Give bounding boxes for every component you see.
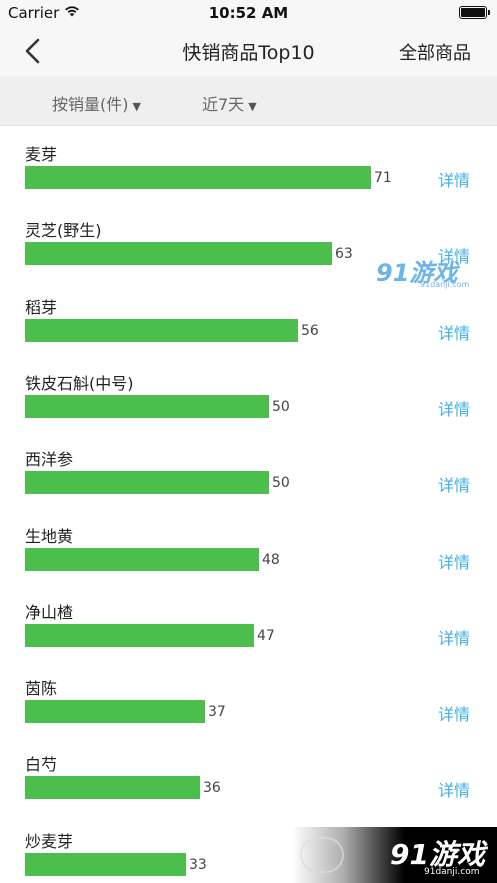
product-name: 净山楂 — [25, 602, 74, 622]
navigation-bar: 快销商品Top10 全部商品 — [0, 26, 497, 76]
product-row: 净山楂 47 详情 — [0, 584, 497, 660]
sales-bar — [25, 623, 254, 647]
detail-link[interactable]: 详情 — [438, 549, 470, 573]
product-row: 茵陈 37 详情 — [0, 660, 497, 736]
detail-link[interactable]: 详情 — [438, 701, 470, 725]
sales-value-label: 63 — [335, 246, 353, 263]
sales-bar — [25, 318, 298, 342]
sales-bar — [25, 471, 269, 495]
sales-value-label: 50 — [272, 398, 290, 415]
detail-link[interactable]: 详情 — [438, 396, 470, 420]
sales-bar — [25, 852, 186, 876]
time-range-label: 近7天 — [202, 95, 245, 114]
sales-value-label: 47 — [257, 627, 275, 644]
sales-value-label: 56 — [301, 322, 319, 339]
dropdown-caret-icon: ▼ — [132, 100, 141, 113]
product-name: 铁皮石斛(中号) — [25, 373, 134, 393]
detail-link[interactable]: 详情 — [438, 320, 470, 344]
filter-bar: 按销量(件) ▼ 近7天 ▼ — [0, 76, 497, 126]
detail-link[interactable]: 详情 — [438, 472, 470, 496]
battery-icon — [459, 6, 490, 19]
sales-bar — [25, 700, 205, 724]
clock: 10:52 AM — [208, 4, 289, 22]
product-name: 麦芽 — [25, 145, 58, 164]
product-name: 稻芽 — [25, 297, 58, 317]
watermark-banner: 91游戏 91danji.com — [292, 827, 497, 883]
product-row: 西洋参 50 详情 — [0, 431, 497, 507]
product-row: 铁皮石斛(中号) 50 详情 — [0, 355, 497, 431]
all-products-button[interactable]: 全部商品 — [399, 39, 471, 65]
product-name: 生地黄 — [25, 526, 74, 546]
sales-bar — [25, 547, 259, 571]
sort-by-sales-label: 按销量(件) — [52, 95, 129, 114]
sales-value-label: 50 — [272, 475, 290, 492]
sales-value-label: 48 — [262, 551, 280, 568]
product-name: 白芍 — [25, 755, 58, 775]
sales-value-label: 36 — [203, 780, 221, 797]
watermark-logo: 91游戏 91danji.com — [376, 259, 470, 289]
detail-link[interactable]: 详情 — [438, 167, 470, 191]
sales-bar — [25, 166, 371, 189]
product-row: 稻芽 56 详情 — [0, 279, 497, 355]
product-name: 西洋参 — [25, 450, 74, 470]
product-row: 麦芽 71 详情 — [0, 126, 497, 202]
sales-bar — [25, 394, 269, 418]
sales-bar — [25, 242, 332, 266]
product-name: 炒麦芽 — [25, 831, 74, 851]
product-name: 茵陈 — [25, 679, 58, 699]
sales-bar — [25, 776, 200, 800]
sales-value-label: 71 — [374, 170, 392, 186]
detail-link[interactable]: 详情 — [438, 625, 470, 649]
sales-value-label: 33 — [189, 856, 207, 873]
dropdown-caret-icon: ▼ — [248, 100, 257, 113]
product-row: 生地黄 48 详情 — [0, 508, 497, 584]
detail-link[interactable]: 详情 — [438, 777, 470, 801]
sort-by-sales-dropdown[interactable]: 按销量(件) ▼ — [52, 91, 141, 115]
status-bar: Carrier 10:52 AM — [0, 0, 497, 26]
product-name: 灵芝(野生) — [25, 221, 102, 241]
time-range-dropdown[interactable]: 近7天 ▼ — [202, 91, 257, 115]
product-row: 白芍 36 详情 — [0, 736, 497, 812]
sales-value-label: 37 — [208, 704, 226, 721]
